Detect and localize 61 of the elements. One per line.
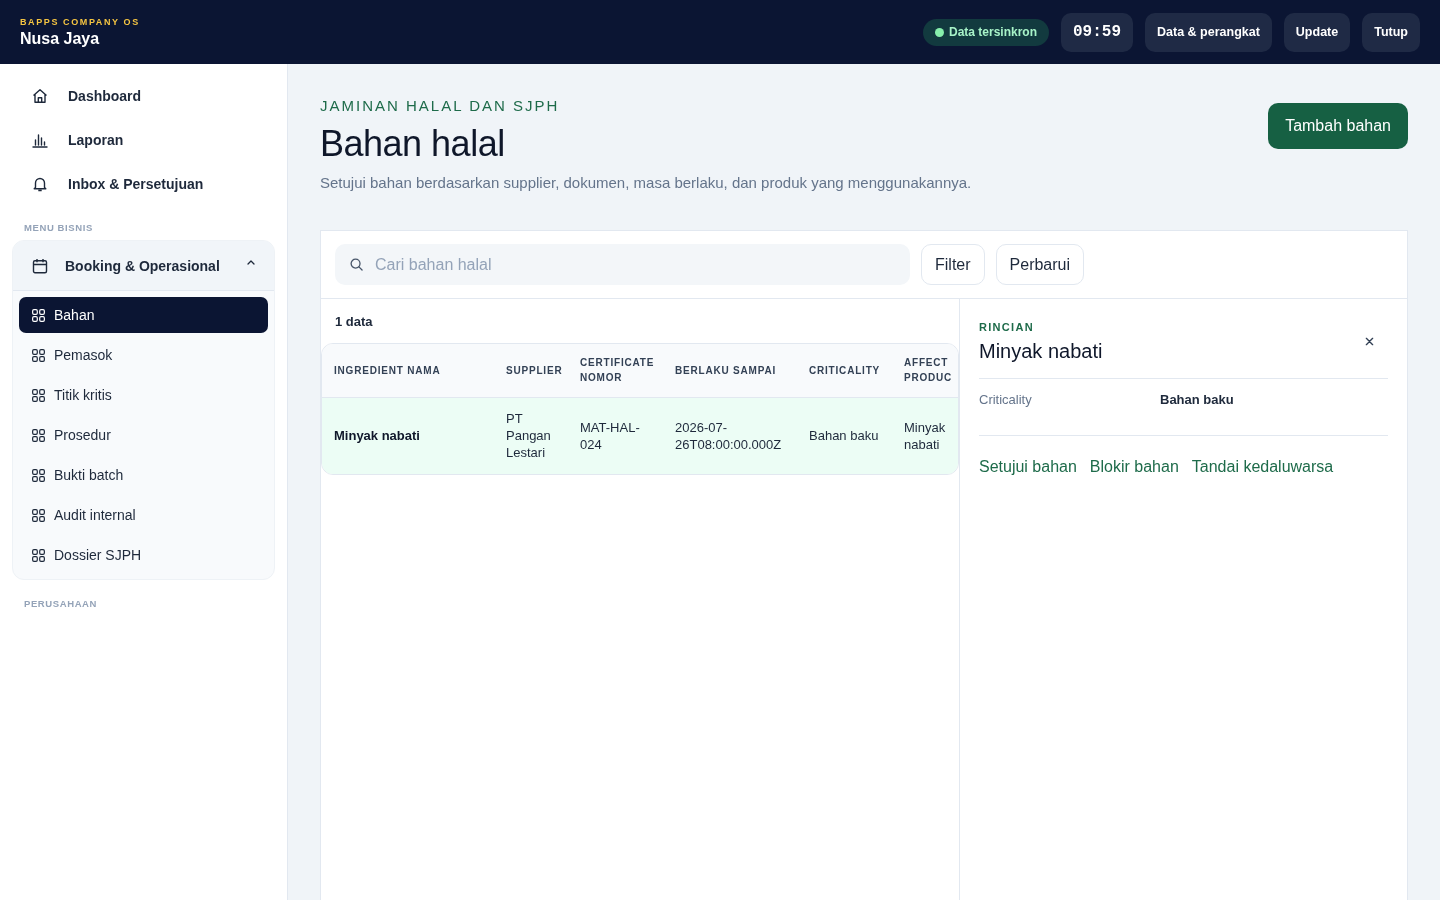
status-dot-icon: [935, 27, 944, 37]
add-button[interactable]: Tambah bahan: [1268, 103, 1408, 149]
detail-title: Minyak nabati: [979, 339, 1103, 364]
grid-icon: [32, 548, 45, 562]
grid-icon: [32, 348, 45, 362]
sidebar-item[interactable]: Inbox & Persetujuan: [12, 162, 275, 206]
record-count: 1 data: [334, 312, 374, 331]
sync-status-label: Data tersinkron: [949, 25, 1037, 39]
clock: 09:59: [1061, 12, 1134, 52]
brand-title: Nusa Jaya: [20, 29, 101, 48]
sidebar-subitem[interactable]: Bahan: [19, 297, 268, 333]
grid-icon: [32, 508, 45, 522]
sidebar-item[interactable]: Dashboard: [12, 74, 275, 118]
page-eyebrow: JAMINAN HALAL DAN SJPH: [320, 96, 561, 116]
table-cell: Bahan baku: [797, 397, 892, 474]
detail-eyebrow: RINCIAN: [979, 320, 1035, 335]
sidebar-subitem[interactable]: Prosedur: [19, 417, 268, 453]
column-header: SUPPLIER: [494, 344, 568, 397]
grid-icon: [32, 388, 45, 402]
page-title: Bahan halal: [320, 122, 506, 166]
sidebar-section-title: PERUSAHAAN: [24, 598, 99, 610]
column-header: CERTIFICATE NOMOR: [568, 344, 663, 397]
home-icon: [32, 88, 48, 104]
column-header: BERLAKU SAMPAI: [663, 344, 797, 397]
bar-chart-icon: [32, 132, 48, 148]
sidebar-subitem[interactable]: Dossier SJPH: [19, 537, 268, 573]
table-cell: Minyak nabati: [892, 397, 958, 474]
action-link[interactable]: Blokir bahan: [1089, 456, 1179, 478]
close-icon: [1365, 337, 1374, 346]
sidebar-subitem[interactable]: Audit internal: [19, 497, 268, 533]
sidebar-item[interactable]: Laporan: [12, 118, 275, 162]
calendar-icon: [32, 257, 48, 274]
top-bar-button[interactable]: Tutup: [1362, 12, 1420, 52]
page-subtitle: Setujui bahan berdasarkan supplier, dokumen, masa berlaku, dan produk yang menggunakannya.: [320, 173, 972, 193]
sidebar-section-title: MENU BISNIS: [24, 222, 94, 234]
sidebar-subitem[interactable]: Pemasok: [19, 337, 268, 373]
brand-eyebrow: BAPPS COMPANY OS: [20, 16, 140, 27]
grid-icon: [32, 308, 45, 322]
column-header: AFFECT PRODUC: [892, 344, 958, 397]
sidebar-subitem[interactable]: Titik kritis: [19, 377, 268, 413]
toolbar-button[interactable]: Perbarui: [995, 244, 1085, 285]
top-bar-button[interactable]: Data & perangkat: [1145, 12, 1272, 52]
column-header: CRITICALITY: [797, 344, 892, 397]
toolbar-button[interactable]: Filter: [921, 244, 985, 285]
field-label: Criticality: [979, 391, 1033, 409]
column-header: INGREDIENT NAMA: [322, 344, 494, 397]
sidebar-subitem[interactable]: Bukti batch: [19, 457, 268, 493]
sidebar-group-header[interactable]: Booking & Operasional: [13, 241, 274, 291]
table-cell: PT Pangan Lestari: [494, 397, 568, 474]
search-field[interactable]: Cari bahan halal: [335, 244, 910, 285]
search-icon: [350, 258, 363, 271]
field-value: Bahan baku: [1160, 391, 1235, 409]
bell-icon: [32, 176, 48, 192]
top-bar-button[interactable]: Update: [1283, 12, 1351, 52]
table-cell: Minyak nabati: [322, 397, 494, 474]
table-cell: MAT-HAL-024: [568, 397, 663, 474]
action-link[interactable]: Setujui bahan: [979, 456, 1077, 478]
action-link[interactable]: Tandai kedaluwarsa: [1191, 456, 1334, 478]
grid-icon: [32, 468, 45, 482]
grid-icon: [32, 428, 45, 442]
table-cell: 2026-07-26T08:00:00.000Z: [663, 397, 797, 474]
